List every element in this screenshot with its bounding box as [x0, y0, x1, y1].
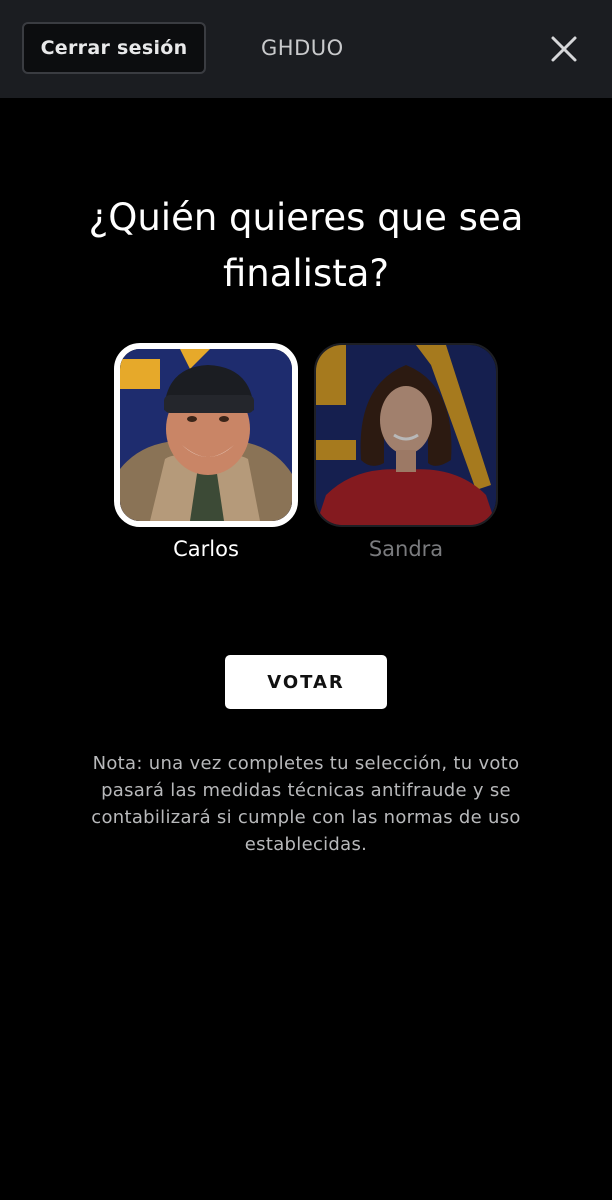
- disclaimer-note: Nota: una vez completes tu selección, tu…: [56, 750, 556, 858]
- note-line: contabilizará si cumple con las normas d…: [91, 807, 521, 828]
- vote-button[interactable]: VOTAR: [225, 655, 387, 709]
- title-line: finalista?: [222, 251, 390, 295]
- note-line: Nota: una vez completes tu selección, tu…: [92, 753, 520, 774]
- candidate-name: Sandra: [368, 537, 444, 561]
- logout-button[interactable]: Cerrar sesión: [22, 22, 206, 74]
- note-line: establecidas.: [244, 834, 368, 855]
- candidate-name: Carlos: [173, 537, 239, 561]
- brand-title: GHDUO: [261, 36, 344, 60]
- top-bar: Cerrar sesión GHDUO: [0, 0, 612, 98]
- candidate-photo[interactable]: [314, 343, 498, 527]
- close-icon[interactable]: [548, 33, 580, 65]
- page-title: ¿Quién quieres que sea finalista?: [0, 190, 612, 302]
- title-line: ¿Quién quieres que sea: [88, 195, 524, 239]
- candidate-photo[interactable]: [114, 343, 298, 527]
- note-line: pasará las medidas técnicas antifraude y…: [101, 780, 511, 801]
